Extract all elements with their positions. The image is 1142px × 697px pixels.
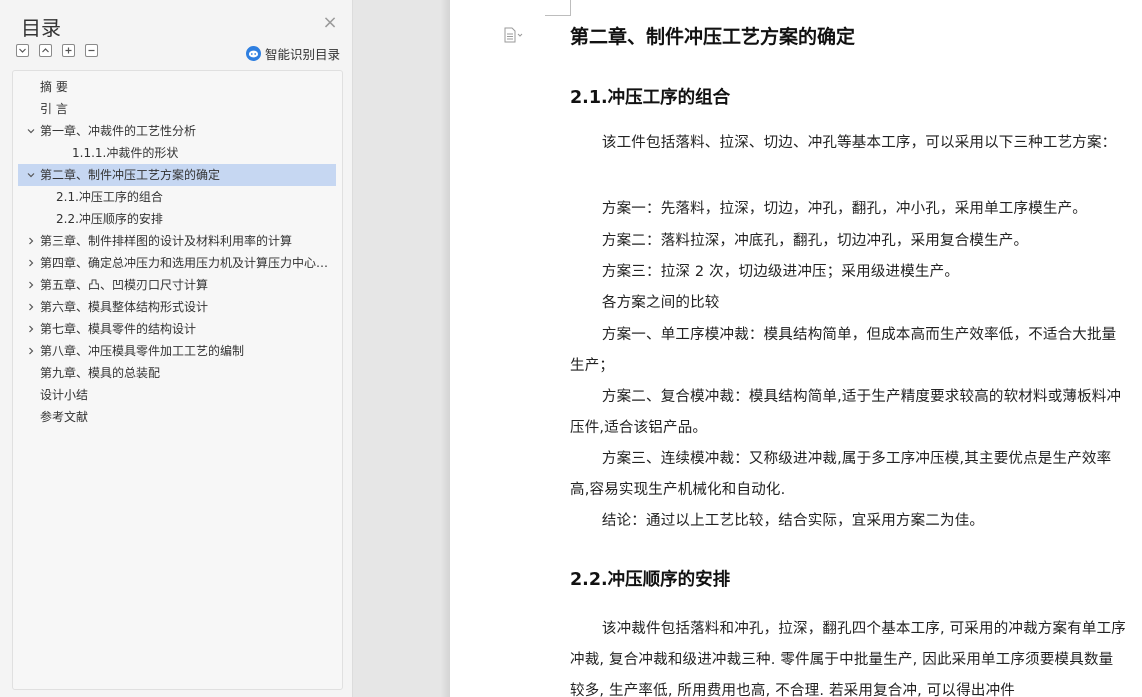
chevron-right-icon[interactable] (25, 318, 37, 340)
paragraph: 方案一、单工序模冲裁：模具结构简单，但成本高而生产效率低，不适合大批量生产； (570, 327, 1117, 374)
paragraph: 各方案之间的比较 (601, 295, 720, 311)
paragraph: 方案一：先落料，拉深，切边，冲孔，翻孔，冲小孔，采用单工序模生产。 (601, 201, 1087, 217)
toc-item[interactable]: 第七章、模具零件的结构设计 (18, 318, 336, 340)
document-icon[interactable] (502, 26, 524, 44)
toc-item[interactable]: 参考文献 (18, 406, 336, 428)
toc-item[interactable]: 第五章、凸、凹模刃口尺寸计算 (18, 274, 336, 296)
close-icon[interactable]: × (320, 13, 340, 33)
toc-item-label: 第三章、制件排样图的设计及材料利用率的计算 (40, 234, 293, 248)
paragraph: 该冲裁件包括落料和冲孔，拉深，翻孔四个基本工序, 可采用的冲裁方案有单工序冲裁,… (570, 621, 1127, 697)
page-shadow (440, 0, 450, 697)
nav-toolbar (16, 44, 98, 60)
toc-item-label: 参考文献 (40, 410, 89, 424)
paragraph: 方案二：落料拉深，冲底孔，翻孔，切边冲孔，采用复合模生产。 (601, 233, 1029, 249)
toc-item-label: 第六章、模具整体结构形式设计 (40, 300, 209, 314)
toc-item[interactable]: 第八章、冲压模具零件加工工艺的编制 (18, 340, 336, 362)
paragraph: 方案三、连续模冲裁：又称级进冲裁,属于多工序冲压模,其主要优点是生产效率高,容易… (570, 451, 1112, 498)
smart-toc-label: 智能识别目录 (264, 47, 340, 62)
expand-all-icon[interactable] (39, 44, 52, 57)
toc-item-label: 2.2.冲压顺序的安排 (56, 212, 163, 226)
toc-item[interactable]: 第三章、制件排样图的设计及材料利用率的计算 (18, 230, 336, 252)
toc-item[interactable]: 1.1.1.冲裁件的形状 (18, 142, 336, 164)
navigation-pane: 目录 × 智能识别目录 摘 要引 言第一章、冲裁件的工艺性分析 1.1.1.冲裁件… (0, 0, 353, 697)
smart-toc-button[interactable]: 智能识别目录 (245, 44, 340, 63)
toc-item[interactable]: 第二章、制件冲压工艺方案的确定 (18, 164, 336, 186)
add-heading-icon[interactable] (62, 44, 75, 57)
collapse-all-icon[interactable] (16, 44, 29, 57)
toc-item-label: 1.1.1.冲裁件的形状 (72, 146, 179, 160)
toc-item-label: 引 言 (40, 102, 68, 116)
chevron-right-icon[interactable] (25, 340, 37, 362)
toc-item-label: 第九章、模具的总装配 (40, 366, 161, 380)
chevron-right-icon[interactable] (25, 296, 37, 318)
toc-item-label: 第四章、确定总冲压力和选用压力机及计算压力中心 ... (40, 256, 330, 270)
chevron-down-icon[interactable] (25, 120, 37, 142)
margin-corner-mark (545, 0, 571, 16)
smart-assistant-icon (245, 46, 261, 61)
paragraph: 结论：通过以上工艺比较，结合实际，宜采用方案二为佳。 (601, 513, 985, 529)
toc-item[interactable]: 2.2.冲压顺序的安排 (18, 208, 336, 230)
chevron-down-icon[interactable] (25, 164, 37, 186)
remove-heading-icon[interactable] (85, 44, 98, 57)
chevron-right-icon[interactable] (25, 252, 37, 274)
toc-item[interactable]: 2.1.冲压工序的组合 (18, 186, 336, 208)
document-page[interactable]: 第二章、制件冲压工艺方案的确定 2.1.冲压工序的组合 该工件包括落料、拉深、切… (450, 0, 1142, 697)
toc-item-label: 第八章、冲压模具零件加工工艺的编制 (40, 344, 245, 358)
chevron-right-icon[interactable] (25, 274, 37, 296)
nav-title: 目录 (21, 16, 61, 40)
chapter-title: 第二章、制件冲压工艺方案的确定 (570, 26, 856, 48)
toc-item[interactable]: 第一章、冲裁件的工艺性分析 (18, 120, 336, 142)
toc-item-label: 第一章、冲裁件的工艺性分析 (40, 124, 197, 138)
toc-item[interactable]: 设计小结 (18, 384, 336, 406)
paragraph: 方案三：拉深 2 次，切边级进冲压；采用级进模生产。 (601, 264, 960, 280)
chevron-right-icon[interactable] (25, 230, 37, 252)
section-title-2-1: 2.1.冲压工序的组合 (570, 88, 731, 108)
toc-item-label: 2.1.冲压工序的组合 (56, 190, 163, 204)
toc-item-label: 第七章、模具零件的结构设计 (40, 322, 197, 336)
toc-item[interactable]: 第四章、确定总冲压力和选用压力机及计算压力中心 ... (18, 252, 336, 274)
toc-item[interactable]: 引 言 (18, 98, 336, 120)
toc-item-label: 第二章、制件冲压工艺方案的确定 (40, 168, 221, 182)
section-title-2-2: 2.2.冲压顺序的安排 (570, 570, 731, 590)
toc-list: 摘 要引 言第一章、冲裁件的工艺性分析 1.1.1.冲裁件的形状第二章、制件冲压工… (12, 70, 343, 690)
toc-item[interactable]: 第九章、模具的总装配 (18, 362, 336, 384)
toc-item-label: 摘 要 (40, 80, 68, 94)
toc-item-label: 设计小结 (40, 388, 89, 402)
paragraph: 该工件包括落料、拉深、切边、冲孔等基本工序，可以采用以下三种工艺方案： (601, 135, 1117, 151)
toc-item[interactable]: 摘 要 (18, 76, 336, 98)
toc-item[interactable]: 第六章、模具整体结构形式设计 (18, 296, 336, 318)
toc-item-label: 第五章、凸、凹模刃口尺寸计算 (40, 278, 209, 292)
page-gutter (353, 0, 450, 697)
paragraph: 方案二、复合模冲裁：模具结构简单,适于生产精度要求较高的软材料或薄板料冲压件,适… (570, 389, 1122, 436)
